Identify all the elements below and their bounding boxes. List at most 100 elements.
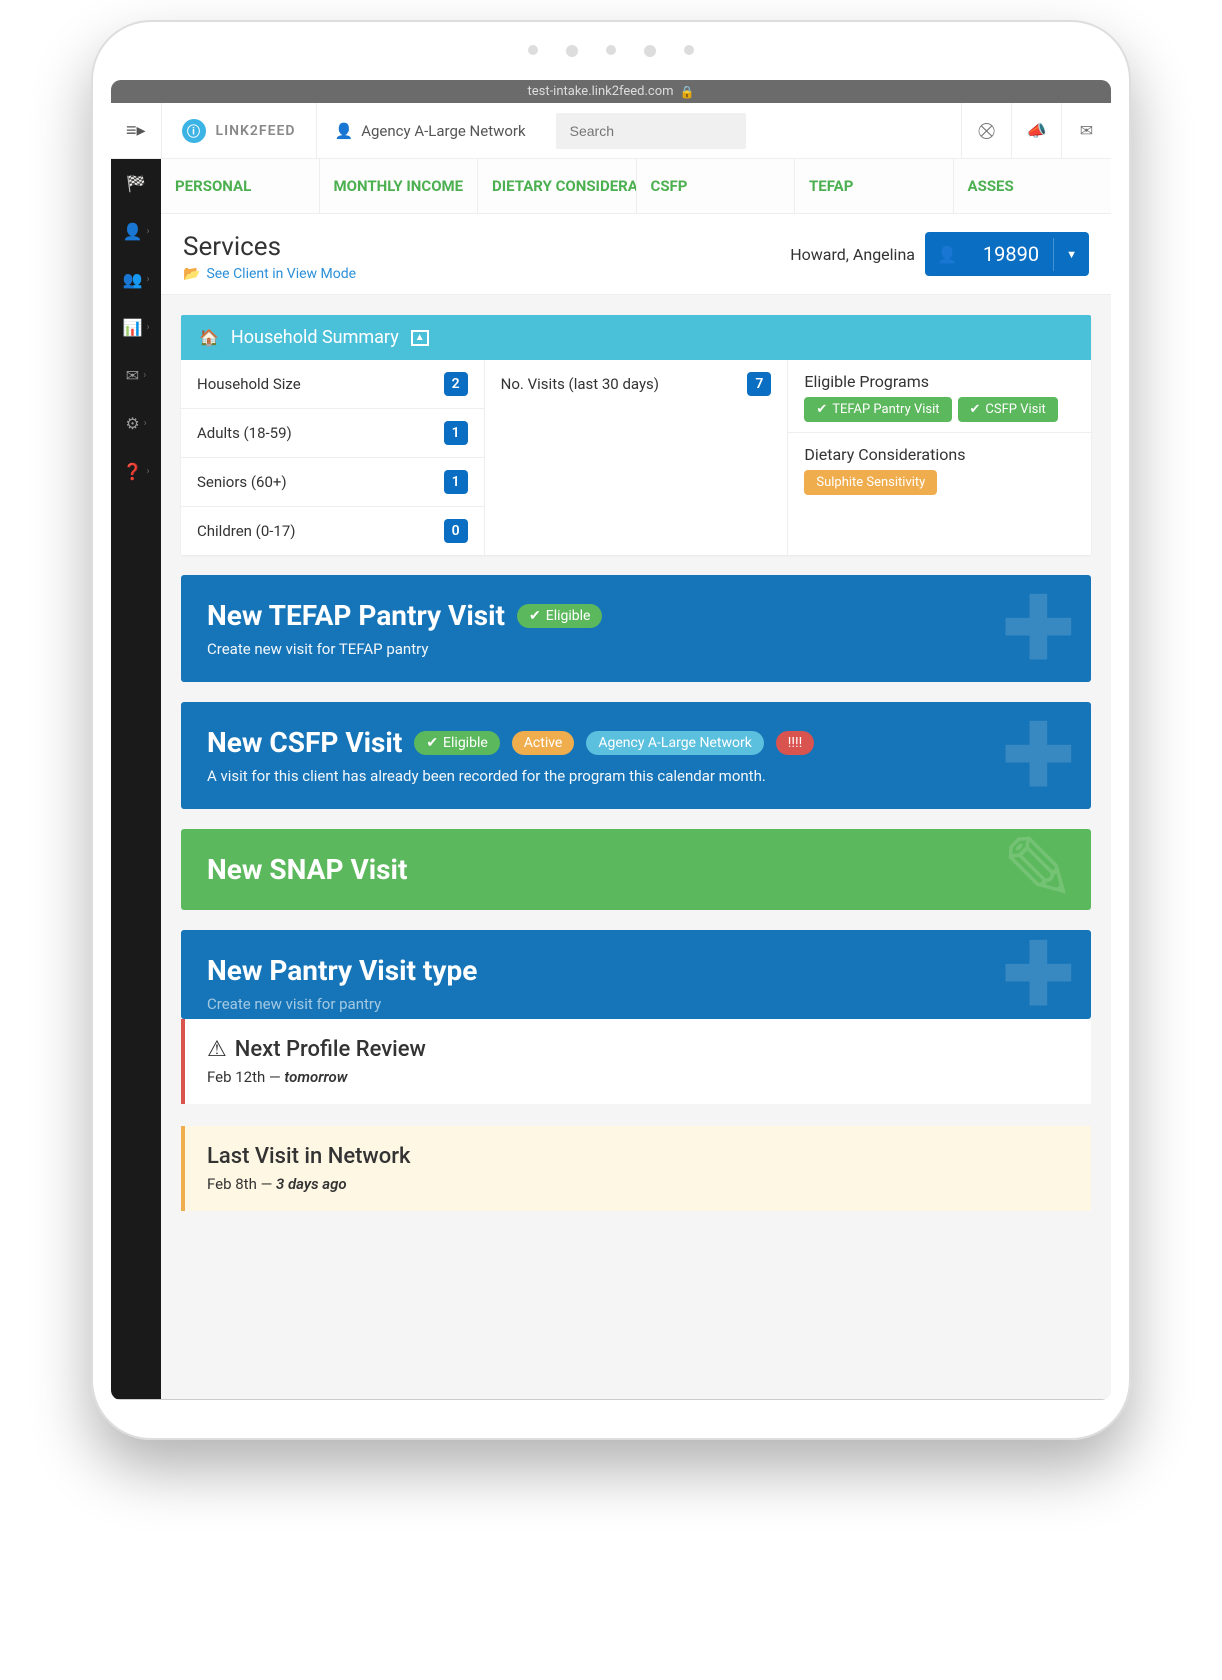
- eligible-program-pill: ✔CSFP Visit: [958, 397, 1058, 422]
- card-subtitle: Create new visit for pantry: [207, 995, 1065, 1013]
- home-icon: 🏠: [199, 328, 219, 347]
- sidebar-reports[interactable]: 📊›: [111, 303, 161, 351]
- sidebar-client[interactable]: 👤›: [111, 207, 161, 255]
- alert-title-text: Last Visit in Network: [207, 1144, 411, 1169]
- client-id-number: 19890: [969, 232, 1053, 276]
- card-title: New Pantry Visit type: [207, 954, 477, 987]
- eligible-badge: ✔Eligible: [414, 731, 499, 755]
- sitemap-button[interactable]: ⛒: [961, 103, 1011, 158]
- search-area: [544, 113, 961, 149]
- tab-assessments[interactable]: ASSES: [954, 159, 1112, 213]
- sidebar-dashboard[interactable]: 🏁: [111, 159, 161, 207]
- chart-icon: 📊: [123, 318, 143, 337]
- client-id-area: Howard, Angelina 👤 19890 ▼: [790, 232, 1089, 276]
- label: Adults (18-59): [197, 424, 292, 442]
- tab-dietary[interactable]: DIETARY CONSIDERATIO…: [478, 159, 637, 213]
- edit-icon: ✎: [1001, 829, 1076, 910]
- new-snap-visit-card[interactable]: ✎ New SNAP Visit: [181, 829, 1091, 910]
- top-bar: ≡▸ ⓘ LINK2FEED 👤 Agency A-Large Network …: [111, 103, 1111, 159]
- user-icon: 👤: [123, 222, 143, 241]
- messages-button[interactable]: ✉: [1061, 103, 1111, 158]
- chevron-down-icon[interactable]: ▼: [1053, 238, 1089, 271]
- warning-icon: ⚠: [207, 1037, 227, 1062]
- dietary-title: Dietary Considerations: [788, 433, 1091, 470]
- eligible-program-pill: ✔TEFAP Pantry Visit: [804, 397, 951, 422]
- users-icon: 👥: [123, 270, 143, 289]
- tablet-sensor-dots: [528, 45, 694, 57]
- label: Seniors (60+): [197, 473, 287, 491]
- check-icon: ✔: [970, 402, 981, 417]
- gears-icon: ⚙: [125, 414, 139, 433]
- alert-title-text: Next Profile Review: [235, 1037, 426, 1062]
- last-visit-alert: Last Visit in Network Feb 8th — 3 days a…: [181, 1126, 1091, 1211]
- client-name: Howard, Angelina: [790, 245, 915, 264]
- main-content: PERSONAL MONTHLY INCOME DIETARY CONSIDER…: [161, 159, 1111, 1399]
- sidebar-help[interactable]: ❓›: [111, 447, 161, 495]
- menu-toggle[interactable]: ≡▸: [111, 103, 162, 158]
- adults-value: 1: [444, 421, 468, 445]
- new-tefap-visit-card[interactable]: ✚ New TEFAP Pantry Visit ✔Eligible Creat…: [181, 575, 1091, 682]
- brand-text: LINK2FEED: [216, 123, 296, 139]
- new-pantry-visit-card[interactable]: ✚ New Pantry Visit type Create new visit…: [181, 930, 1091, 1019]
- label: Household Size: [197, 375, 301, 393]
- card-subtitle: A visit for this client has already been…: [207, 767, 1065, 785]
- plus-icon: ✚: [1001, 576, 1076, 681]
- browser-url-bar: test-intake.link2feed.com 🔒: [111, 80, 1111, 103]
- sidebar-settings[interactable]: ⚙›: [111, 399, 161, 447]
- lock-icon: 🔒: [680, 85, 695, 99]
- client-id-button[interactable]: 👤 19890 ▼: [925, 232, 1089, 276]
- check-icon: ✔: [529, 608, 541, 624]
- sidebar-groups[interactable]: 👥›: [111, 255, 161, 303]
- household-summary-header: 🏠 Household Summary ▲: [181, 315, 1091, 360]
- children-value: 0: [444, 519, 468, 543]
- url-text: test-intake.link2feed.com: [527, 84, 673, 99]
- page-title: Services: [183, 232, 356, 262]
- screen: test-intake.link2feed.com 🔒 ≡▸ ⓘ LINK2FE…: [111, 80, 1111, 1400]
- tab-csfp[interactable]: CSFP: [637, 159, 796, 213]
- check-icon: ✔: [816, 402, 827, 417]
- new-csfp-visit-card[interactable]: ✚ New CSFP Visit ✔Eligible Active Agency…: [181, 702, 1091, 809]
- alert-relative: 3 days ago: [276, 1175, 347, 1193]
- page-header: Services 📂 See Client in View Mode Howar…: [161, 214, 1111, 295]
- tab-tefap[interactable]: TEFAP: [795, 159, 954, 213]
- announcements-button[interactable]: 📣: [1011, 103, 1061, 158]
- seniors-row: Seniors (60+) 1: [181, 458, 484, 507]
- agency-name: Agency A-Large Network: [361, 122, 525, 140]
- logo-area[interactable]: ⓘ LINK2FEED: [162, 103, 316, 158]
- view-mode-link[interactable]: 📂 See Client in View Mode: [183, 266, 356, 282]
- household-size-value: 2: [444, 372, 468, 396]
- chevron-right-icon: ›: [143, 370, 146, 381]
- check-icon: ✔: [426, 735, 438, 751]
- folder-open-icon: 📂: [183, 266, 200, 282]
- household-summary-card: 🏠 Household Summary ▲ Household Size 2: [181, 315, 1091, 555]
- sitemap-icon: ⛒: [978, 121, 994, 141]
- children-row: Children (0-17) 0: [181, 507, 484, 555]
- sidebar: 🏁 👤› 👥› 📊› ✉› ⚙› ❓›: [111, 159, 161, 1399]
- tablet-frame: test-intake.link2feed.com 🔒 ≡▸ ⓘ LINK2FE…: [91, 20, 1131, 1440]
- bullhorn-icon: 📣: [1027, 121, 1047, 140]
- household-mid-col: No. Visits (last 30 days) 7: [485, 360, 789, 555]
- alert-date: Feb 8th: [207, 1175, 257, 1193]
- image-icon[interactable]: ▲: [411, 330, 429, 346]
- household-right-col: Eligible Programs ✔TEFAP Pantry Visit ✔C…: [788, 360, 1091, 555]
- active-badge: Active: [512, 731, 575, 755]
- search-input[interactable]: [556, 113, 746, 149]
- alert-date: Feb 12th: [207, 1068, 265, 1086]
- household-left-col: Household Size 2 Adults (18-59) 1 Senior…: [181, 360, 485, 555]
- card-title: New CSFP Visit: [207, 726, 402, 759]
- sidebar-mail[interactable]: ✉›: [111, 351, 161, 399]
- view-mode-text: See Client in View Mode: [206, 266, 356, 282]
- card-title: New SNAP Visit: [207, 853, 407, 886]
- user-icon: 👤: [335, 122, 354, 140]
- envelope-icon: ✉: [126, 366, 139, 385]
- chevron-right-icon: ›: [146, 274, 149, 285]
- card-subtitle: Create new visit for TEFAP pantry: [207, 640, 1065, 658]
- help-icon: ❓: [123, 462, 143, 481]
- next-profile-review-alert: ⚠ Next Profile Review Feb 12th — tomorro…: [181, 1019, 1091, 1104]
- chevron-right-icon: ›: [146, 322, 149, 333]
- alert-relative: tomorrow: [284, 1068, 347, 1086]
- agency-selector[interactable]: 👤 Agency A-Large Network: [316, 103, 544, 158]
- tab-monthly-income[interactable]: MONTHLY INCOME: [320, 159, 479, 213]
- seniors-value: 1: [444, 470, 468, 494]
- tab-personal[interactable]: PERSONAL: [161, 159, 320, 213]
